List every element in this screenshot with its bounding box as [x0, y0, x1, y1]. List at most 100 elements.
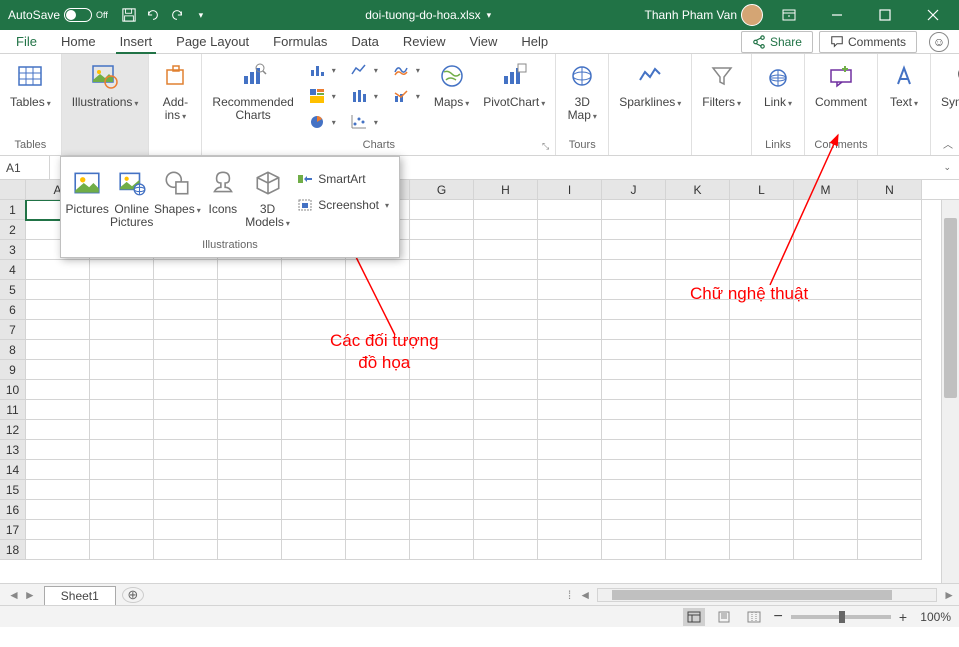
icons-button[interactable]: Icons	[201, 163, 245, 220]
cell[interactable]	[218, 320, 282, 340]
zoom-slider[interactable]	[791, 615, 891, 619]
cell[interactable]	[26, 400, 90, 420]
close-button[interactable]	[911, 0, 955, 30]
cell[interactable]	[666, 280, 730, 300]
cell[interactable]	[218, 260, 282, 280]
tab-file[interactable]: File	[4, 30, 49, 53]
cell[interactable]	[346, 360, 410, 380]
cell[interactable]	[602, 400, 666, 420]
cell[interactable]	[282, 460, 346, 480]
normal-view-button[interactable]	[683, 608, 705, 626]
row-header[interactable]: 17	[0, 520, 26, 540]
cell[interactable]	[26, 360, 90, 380]
cell[interactable]	[346, 540, 410, 560]
cell[interactable]	[218, 420, 282, 440]
cell[interactable]	[410, 480, 474, 500]
cell[interactable]	[410, 260, 474, 280]
column-header[interactable]: L	[730, 180, 794, 199]
tables-button[interactable]: Tables▾	[4, 56, 57, 113]
tab-help[interactable]: Help	[509, 30, 560, 53]
cell[interactable]	[154, 420, 218, 440]
cell[interactable]	[602, 460, 666, 480]
row-header[interactable]: 13	[0, 440, 26, 460]
cell[interactable]	[602, 340, 666, 360]
column-header[interactable]: G	[410, 180, 474, 199]
row-header[interactable]: 14	[0, 460, 26, 480]
cell[interactable]	[346, 340, 410, 360]
cell[interactable]	[282, 500, 346, 520]
row-header[interactable]: 2	[0, 220, 26, 240]
autosave-toggle[interactable]: AutoSave Off	[4, 8, 112, 22]
cell[interactable]	[730, 420, 794, 440]
tab-data[interactable]: Data	[339, 30, 390, 53]
cell[interactable]	[218, 360, 282, 380]
cell[interactable]	[218, 340, 282, 360]
cell[interactable]	[410, 280, 474, 300]
row-header[interactable]: 6	[0, 300, 26, 320]
cell[interactable]	[538, 360, 602, 380]
cell[interactable]	[538, 200, 602, 220]
share-button[interactable]: Share	[741, 31, 813, 53]
hscroll-right-icon[interactable]: ►	[943, 588, 955, 602]
page-layout-view-button[interactable]	[713, 608, 735, 626]
cell[interactable]	[26, 480, 90, 500]
cell[interactable]	[90, 400, 154, 420]
cell[interactable]	[154, 340, 218, 360]
column-header[interactable]: M	[794, 180, 858, 199]
cell[interactable]	[410, 420, 474, 440]
cell[interactable]	[538, 240, 602, 260]
cell[interactable]	[26, 520, 90, 540]
cell[interactable]	[346, 520, 410, 540]
symbols-button[interactable]: Symbols▾	[935, 56, 959, 113]
sheet-nav-next-icon[interactable]: ►	[24, 588, 36, 602]
cell[interactable]	[794, 200, 858, 220]
cell[interactable]	[602, 440, 666, 460]
cell[interactable]	[730, 480, 794, 500]
cell[interactable]	[538, 220, 602, 240]
cell[interactable]	[346, 460, 410, 480]
cell[interactable]	[858, 220, 922, 240]
tab-home[interactable]: Home	[49, 30, 108, 53]
cell[interactable]	[602, 220, 666, 240]
cell[interactable]	[474, 500, 538, 520]
row-header[interactable]: 8	[0, 340, 26, 360]
cell[interactable]	[410, 240, 474, 260]
sparklines-button[interactable]: Sparklines▾	[613, 56, 687, 113]
cell[interactable]	[858, 540, 922, 560]
text-button[interactable]: Text▾	[882, 56, 926, 113]
cell[interactable]	[858, 520, 922, 540]
cell[interactable]	[346, 300, 410, 320]
cell[interactable]	[90, 540, 154, 560]
cell[interactable]	[154, 360, 218, 380]
cell[interactable]	[410, 340, 474, 360]
cell[interactable]	[282, 540, 346, 560]
cell[interactable]	[218, 400, 282, 420]
cell[interactable]	[730, 320, 794, 340]
cell[interactable]	[794, 240, 858, 260]
cell[interactable]	[474, 460, 538, 480]
undo-icon[interactable]	[142, 4, 164, 26]
zoom-in-button[interactable]: +	[899, 609, 907, 625]
cell[interactable]	[474, 360, 538, 380]
cell[interactable]	[602, 280, 666, 300]
save-icon[interactable]	[118, 4, 140, 26]
cell[interactable]	[90, 360, 154, 380]
row-header[interactable]: 3	[0, 240, 26, 260]
cell[interactable]	[346, 400, 410, 420]
cell[interactable]	[90, 380, 154, 400]
cell[interactable]	[666, 300, 730, 320]
cell[interactable]	[602, 420, 666, 440]
cell[interactable]	[474, 260, 538, 280]
cell[interactable]	[410, 500, 474, 520]
cell[interactable]	[666, 500, 730, 520]
cell[interactable]	[282, 400, 346, 420]
cell[interactable]	[730, 440, 794, 460]
surface-chart-button[interactable]: ▾	[388, 58, 424, 82]
redo-icon[interactable]	[166, 4, 188, 26]
cell[interactable]	[346, 280, 410, 300]
cell[interactable]	[794, 420, 858, 440]
cell[interactable]	[26, 500, 90, 520]
cell[interactable]	[794, 460, 858, 480]
qat-customize-icon[interactable]: ▾	[190, 4, 212, 26]
cell[interactable]	[474, 300, 538, 320]
